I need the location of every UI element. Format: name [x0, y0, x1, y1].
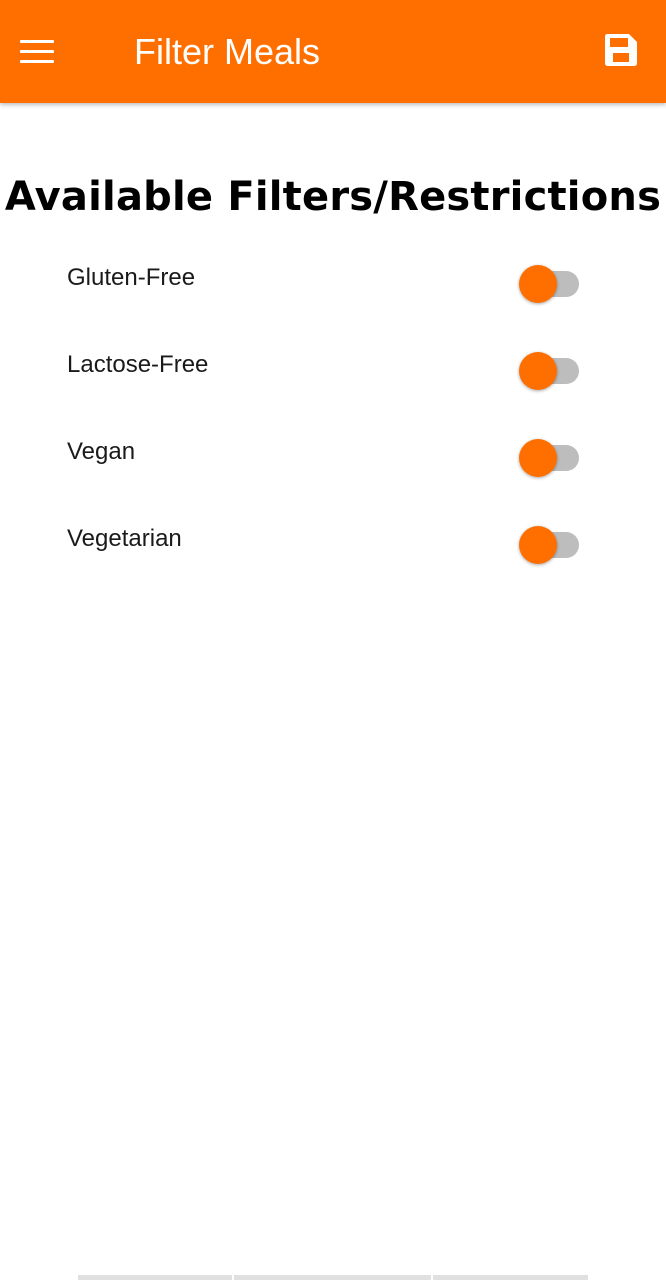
nav-segment-right[interactable] [433, 1275, 588, 1280]
switch-thumb [519, 351, 557, 390]
app-title: Filter Meals [134, 31, 321, 72]
filter-row-vegan: Vegan [0, 408, 666, 495]
filter-label-vegan: Vegan [67, 437, 136, 465]
save-icon[interactable] [604, 33, 638, 67]
switch-thumb [519, 264, 557, 303]
gluten-free-switch[interactable] [519, 258, 581, 303]
filter-row-gluten-free: Gluten-Free [0, 234, 666, 321]
nav-segment-left[interactable] [78, 1275, 232, 1280]
filter-label-gluten-free: Gluten-Free [67, 263, 196, 291]
page-title: Available Filters/Restrictions [4, 173, 662, 220]
filter-label-lactose-free: Lactose-Free [67, 350, 209, 378]
filter-row-vegetarian: Vegetarian [0, 495, 666, 582]
switch-thumb [519, 525, 557, 564]
bottom-navigation-bar [0, 1275, 666, 1280]
nav-segment-center[interactable] [234, 1275, 431, 1280]
app-bar: Filter Meals [0, 0, 666, 103]
filter-row-lactose-free: Lactose-Free [0, 321, 666, 408]
lactose-free-switch[interactable] [519, 345, 581, 390]
vegetarian-switch[interactable] [519, 519, 581, 564]
switch-thumb [519, 438, 557, 477]
vegan-switch[interactable] [519, 432, 581, 477]
menu-icon[interactable] [20, 40, 54, 64]
filter-label-vegetarian: Vegetarian [67, 524, 182, 552]
